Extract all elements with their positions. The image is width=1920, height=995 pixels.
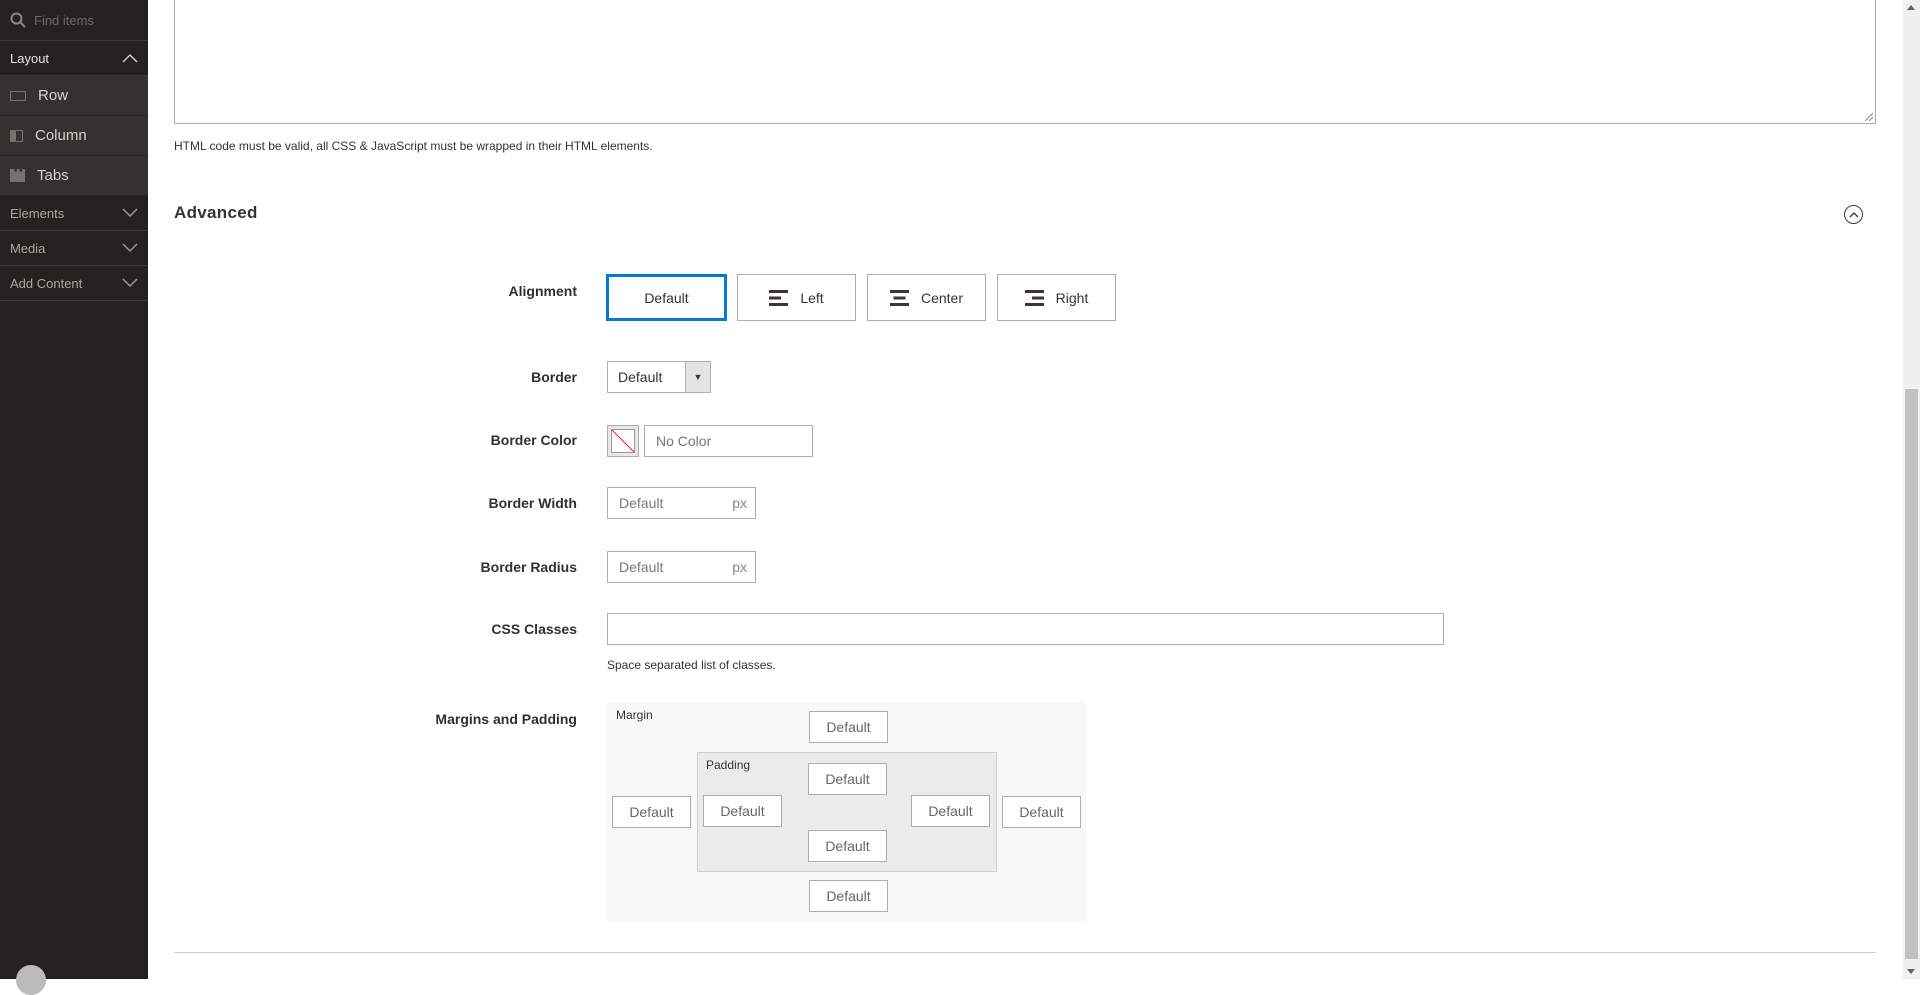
sidebar-item-row[interactable]: Row <box>0 76 148 116</box>
css-classes-label: CSS Classes <box>491 621 577 637</box>
margins-padding-label: Margins and Padding <box>435 711 577 727</box>
chevron-down-icon <box>122 278 138 288</box>
align-left-icon <box>769 289 789 306</box>
button-label: Center <box>920 289 964 306</box>
html-code-note: HTML code must be valid, all CSS & JavaS… <box>174 139 653 153</box>
border-select[interactable]: Default ▼ <box>607 361 711 393</box>
padding-label: Padding <box>706 758 751 772</box>
tabs-icon <box>10 169 25 182</box>
padding-right-input[interactable]: Default <box>911 795 990 827</box>
placeholder: Default <box>619 559 664 575</box>
color-swatch[interactable] <box>607 425 639 457</box>
padding-bottom-input[interactable]: Default <box>808 830 887 862</box>
align-center-button[interactable]: Center <box>867 274 986 321</box>
align-right-icon <box>1024 289 1044 306</box>
sidebar-item-tabs[interactable]: Tabs <box>0 156 148 196</box>
border-color-label: Border Color <box>490 432 577 448</box>
border-color-input[interactable]: No Color <box>644 425 813 457</box>
border-width-input[interactable]: Default px <box>607 487 756 519</box>
chevron-up-icon <box>122 53 138 63</box>
button-label: Default <box>644 289 689 306</box>
scrollbar[interactable] <box>1903 0 1920 979</box>
sidebar-section-elements[interactable]: Elements <box>0 196 148 231</box>
sidebar-section-media[interactable]: Media <box>0 231 148 266</box>
item-label: Column <box>35 127 87 144</box>
sidebar-item-column[interactable]: Column <box>0 116 148 156</box>
chevron-up-icon <box>1849 211 1858 217</box>
placeholder: Default <box>619 495 664 511</box>
css-classes-input[interactable] <box>607 613 1444 645</box>
margin-bottom-input[interactable]: Default <box>809 880 888 912</box>
margin-top-input[interactable]: Default <box>809 711 888 743</box>
column-icon <box>10 129 23 142</box>
unit-label: px <box>732 495 747 511</box>
align-right-button[interactable]: Right <box>997 274 1116 321</box>
align-center-icon <box>889 289 909 306</box>
no-color-icon <box>611 429 635 453</box>
button-label: Left <box>800 289 824 306</box>
border-width-label: Border Width <box>488 495 577 511</box>
padding-left-input[interactable]: Default <box>703 795 782 827</box>
border-value: Default <box>618 369 663 385</box>
section-label: Add Content <box>10 275 83 291</box>
resize-handle-icon[interactable] <box>1864 112 1873 121</box>
border-label: Border <box>531 369 577 385</box>
sidebar-search[interactable]: Find items <box>0 0 148 41</box>
mascot-icon <box>16 965 46 995</box>
padding-top-input[interactable]: Default <box>808 763 887 795</box>
align-default-button[interactable]: Default <box>606 274 727 321</box>
margin-right-input[interactable]: Default <box>1002 796 1081 828</box>
scroll-up-icon[interactable] <box>1907 5 1915 10</box>
chevron-down-icon <box>122 243 138 253</box>
item-label: Row <box>38 87 69 104</box>
section-divider <box>174 952 1876 953</box>
html-code-textarea[interactable] <box>174 0 1876 124</box>
sidebar-section-add-content[interactable]: Add Content <box>0 266 148 301</box>
unit-label: px <box>732 559 747 575</box>
margin-label: Margin <box>616 708 653 722</box>
alignment-label: Alignment <box>508 283 577 299</box>
button-label: Right <box>1055 289 1089 306</box>
search-icon <box>10 12 26 28</box>
dropdown-arrow-icon: ▼ <box>685 362 710 392</box>
css-classes-hint: Space separated list of classes. <box>607 658 776 672</box>
scrollbar-thumb[interactable] <box>1905 389 1918 959</box>
advanced-title: Advanced <box>174 203 258 222</box>
align-left-button[interactable]: Left <box>737 274 856 321</box>
sidebar: Find items Layout Row Column Tabs Elemen… <box>0 0 148 995</box>
section-label: Layout <box>10 50 50 66</box>
collapse-advanced-button[interactable] <box>1844 205 1863 224</box>
border-radius-label: Border Radius <box>480 559 577 575</box>
border-radius-input[interactable]: Default px <box>607 551 756 583</box>
scroll-down-icon[interactable] <box>1907 969 1915 974</box>
chevron-down-icon <box>122 208 138 218</box>
search-placeholder: Find items <box>34 12 94 28</box>
section-label: Elements <box>10 205 65 221</box>
sidebar-section-layout[interactable]: Layout <box>0 41 148 76</box>
placeholder: No Color <box>656 433 712 449</box>
section-label: Media <box>10 240 46 256</box>
margin-left-input[interactable]: Default <box>612 796 691 828</box>
item-label: Tabs <box>37 167 69 184</box>
row-icon <box>10 90 26 101</box>
main-content: HTML code must be valid, all CSS & JavaS… <box>148 0 1903 979</box>
